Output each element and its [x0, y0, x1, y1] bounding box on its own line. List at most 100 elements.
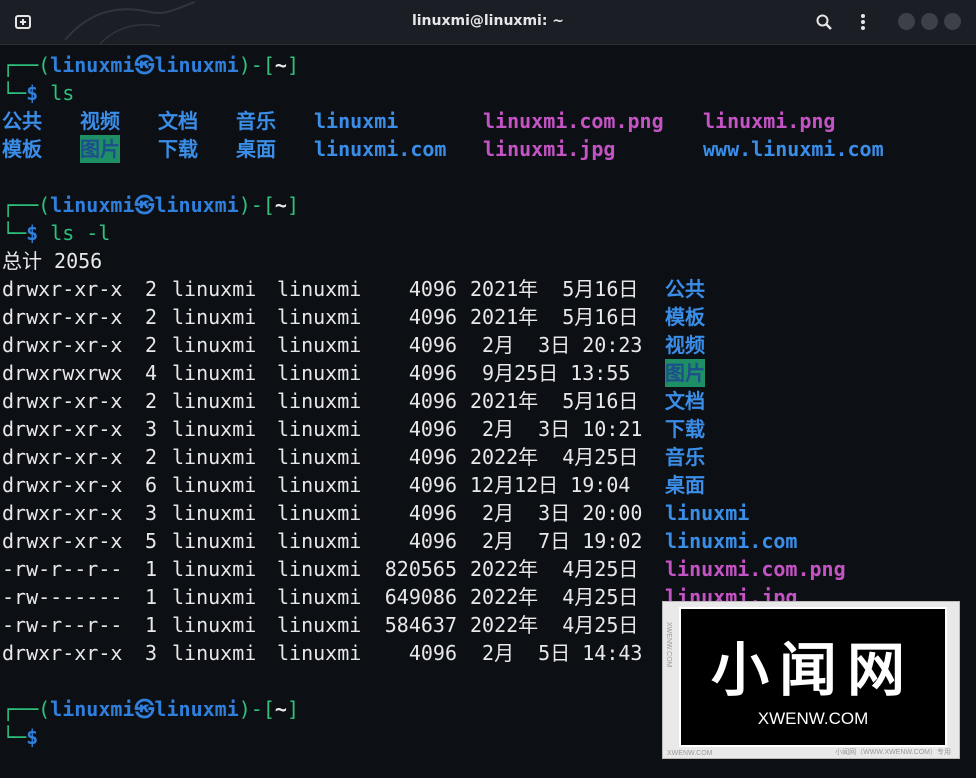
ls-l-date: 2021年 5月16日	[470, 305, 639, 329]
ls-l-user: linuxmi	[172, 445, 257, 469]
ls-l-size: 4096	[408, 501, 457, 525]
ls-l-name: linuxmi.com.png	[665, 557, 846, 581]
ls-l-user: linuxmi	[172, 585, 257, 609]
ls-l-row: drwxr-xr-x 2 linuxmi linuxmi 4096 2月 3日 20:2…	[2, 331, 972, 359]
ls-l-links: 1	[145, 557, 158, 581]
ls-l-size: 4096	[408, 361, 457, 385]
ls-l-group: linuxmi	[277, 305, 362, 329]
ls-l-perm: drwxr-xr-x	[2, 417, 123, 441]
ls-l-perm: drwxr-xr-x	[2, 473, 123, 497]
prompt-host: linuxmi	[154, 53, 239, 77]
command-line: └─$	[2, 725, 39, 749]
watermark-side-text: XWENW.COM	[665, 622, 672, 668]
ls-l-user: linuxmi	[172, 641, 257, 665]
ls-l-name: linuxmi	[665, 501, 750, 525]
ls-l-row: drwxr-xr-x 5 linuxmi linuxmi 4096 2月 7日 19:0…	[2, 527, 972, 555]
ls-l-size: 4096	[408, 445, 457, 469]
ls-l-perm: drwxr-xr-x	[2, 305, 123, 329]
watermark-logo: XWENW.COM 小闻网 XWENW.COM XWENW.COM 小闻网（WW…	[663, 602, 959, 758]
ls-l-size: 4096	[408, 641, 457, 665]
ls-l-group: linuxmi	[277, 277, 362, 301]
ls-l-links: 5	[145, 529, 158, 553]
prompt-host: linuxmi	[154, 193, 239, 217]
ls-l-name: 视频	[665, 333, 705, 357]
ls-l-name: linuxmi.com	[665, 529, 798, 553]
ls-l-size: 4096	[408, 389, 457, 413]
maximize-button[interactable]	[921, 13, 938, 30]
ls-item: www.linuxmi.com	[703, 137, 884, 161]
prompt-dir: ~	[274, 53, 287, 77]
ls-l-group: linuxmi	[277, 333, 362, 357]
ls-l-links: 3	[145, 501, 158, 525]
ls-l-row: drwxr-xr-x 2 linuxmi linuxmi 4096 2021年 5月16日…	[2, 275, 972, 303]
ls-l-user: linuxmi	[172, 473, 257, 497]
ls-l-user: linuxmi	[172, 417, 257, 441]
ls-l-group: linuxmi	[277, 613, 362, 637]
ls-l-name: 图片	[665, 359, 705, 387]
ls-l-links: 2	[145, 277, 158, 301]
ls-l-date: 2021年 5月16日	[470, 389, 639, 413]
ls-l-date: 2021年 5月16日	[470, 277, 639, 301]
command-line: └─$ ls -l	[2, 221, 111, 245]
ls-item: linuxmi.com	[314, 137, 447, 161]
ls-l-group: linuxmi	[277, 445, 362, 469]
ls-l-perm: drwxr-xr-x	[2, 529, 123, 553]
ls-l-links: 1	[145, 585, 158, 609]
ls-l-group: linuxmi	[277, 473, 362, 497]
title-bar: linuxmi@linuxmi: ~	[0, 0, 976, 45]
ls-l-group: linuxmi	[277, 361, 362, 385]
ls-l-perm: drwxr-xr-x	[2, 333, 123, 357]
ls-l-row: drwxr-xr-x 2 linuxmi linuxmi 4096 2022年 4月25日…	[2, 443, 972, 471]
ls-l-date: 2022年 4月25日	[470, 613, 639, 637]
ls-l-perm: drwxr-xr-x	[2, 501, 123, 525]
prompt-symbol: $	[26, 221, 39, 245]
watermark-title: 小闻网	[710, 636, 915, 704]
ls-l-size: 584637	[384, 613, 457, 637]
ls-l-size: 4096	[408, 333, 457, 357]
ls-item: 视频	[80, 109, 120, 133]
ls-l-row: -rw-r--r-- 1 linuxmi linuxmi 820565 2022年 4月2…	[2, 555, 972, 583]
ls-l-size: 4096	[408, 305, 457, 329]
menu-icon[interactable]	[856, 12, 870, 32]
command-line: └─$ ls	[2, 81, 75, 105]
ls-l-size: 4096	[408, 277, 457, 301]
prompt-line: ┌──(linuxmi㉿linuxmi)-[~]	[2, 53, 299, 77]
ls-l-links: 4	[145, 361, 158, 385]
ls-l-row: drwxr-xr-x 2 linuxmi linuxmi 4096 2021年 5月16日…	[2, 387, 972, 415]
ls-l-group: linuxmi	[277, 529, 362, 553]
ls-l-links: 3	[145, 641, 158, 665]
minimize-button[interactable]	[898, 13, 915, 30]
ls-l-size: 4096	[408, 529, 457, 553]
ls-l-perm: -rw-------	[2, 585, 123, 609]
ls-item: 文档	[158, 109, 198, 133]
ls-l-size: 4096	[408, 473, 457, 497]
ls-l-size: 4096	[408, 417, 457, 441]
ls-item: linuxmi	[314, 109, 399, 133]
ls-l-size: 649086	[384, 585, 457, 609]
ls-l-user: linuxmi	[172, 333, 257, 357]
terminal-window: linuxmi@linuxmi: ~ ┌──(linuxmi㉿linuxmi)-…	[0, 0, 976, 778]
search-icon[interactable]	[815, 13, 833, 31]
ls-item: 模板	[2, 137, 42, 161]
command-text: ls	[50, 81, 75, 105]
watermark-domain: XWENW.COM	[757, 709, 869, 728]
ls-l-user: linuxmi	[172, 389, 257, 413]
ls-l-date: 2月 7日 19:02	[470, 529, 643, 553]
ls-l-row: drwxr-xr-x 6 linuxmi linuxmi 4096 12月12日 19:0…	[2, 471, 972, 499]
ls-l-name: 文档	[665, 389, 705, 413]
ls-item: linuxmi.png	[703, 109, 836, 133]
ls-l-name: 音乐	[665, 445, 705, 469]
ls-l-perm: -rw-r--r--	[2, 613, 123, 637]
close-button[interactable]	[944, 13, 961, 30]
prompt-symbol: $	[26, 725, 39, 749]
ls-item: 音乐	[236, 109, 276, 133]
ls-item: 图片	[80, 135, 120, 163]
ls-item: 桌面	[236, 137, 276, 161]
ls-l-user: linuxmi	[172, 277, 257, 301]
ls-item: 下载	[158, 137, 198, 161]
ls-l-date: 12月12日 19:04	[470, 473, 631, 497]
ls-l-perm: drwxr-xr-x	[2, 389, 123, 413]
prompt-user: linuxmi	[50, 193, 135, 217]
ls-l-links: 2	[145, 333, 158, 357]
ls-l-row: drwxr-xr-x 2 linuxmi linuxmi 4096 2021年 5月16日…	[2, 303, 972, 331]
